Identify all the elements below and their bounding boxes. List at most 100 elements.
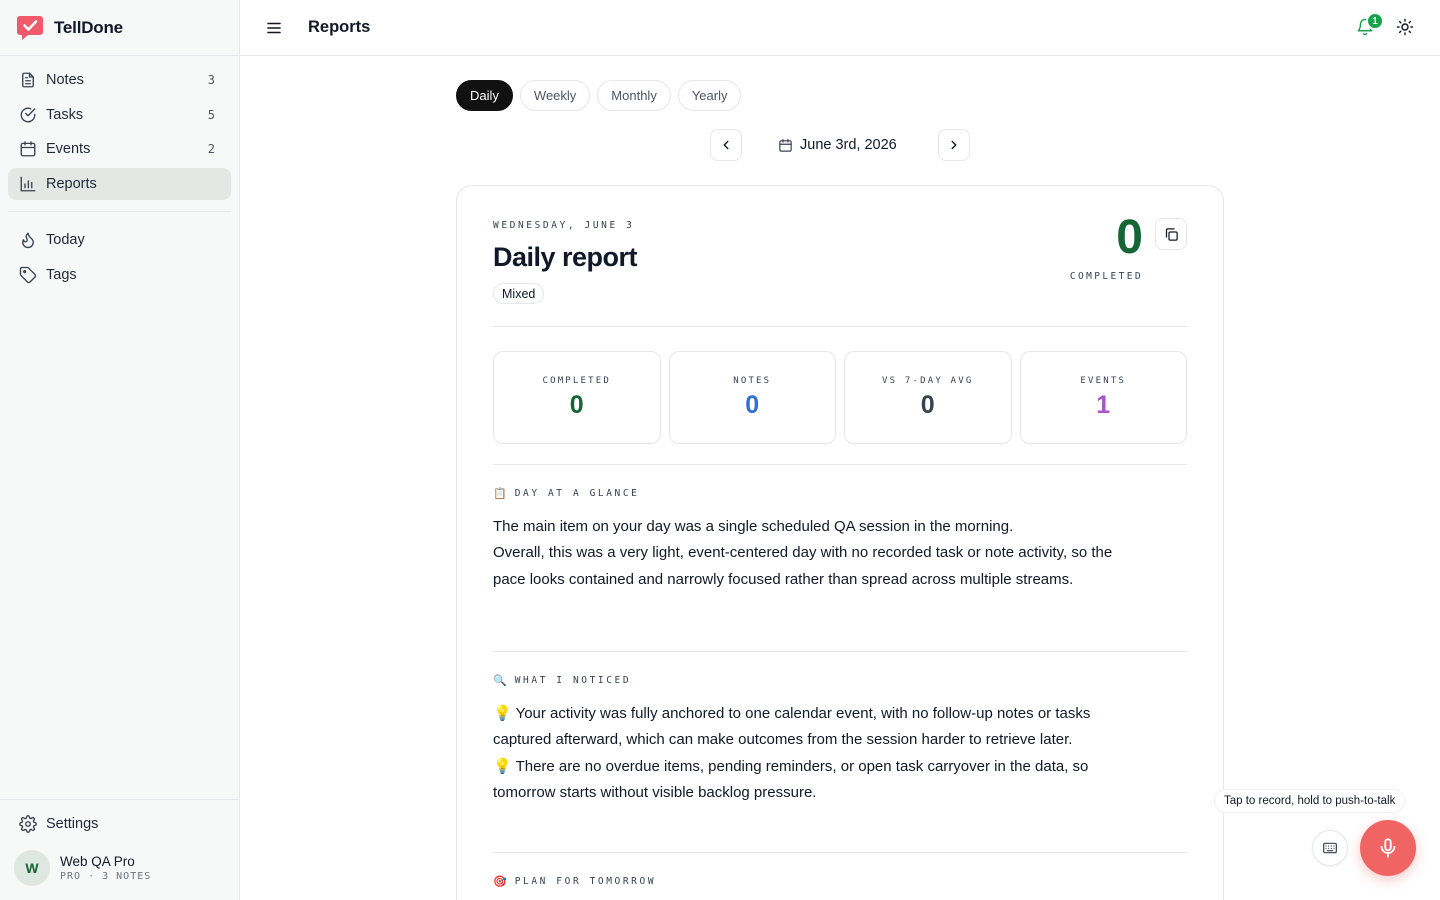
user-plan: PRO · 3 NOTES (60, 871, 152, 882)
tag-icon (18, 265, 38, 285)
date-picker[interactable]: June 3rd, 2026 (778, 135, 897, 155)
insight-item: 💡 There are no overdue items, pending re… (493, 757, 1089, 801)
stat-value: 0 (569, 390, 584, 419)
magnifier-emoji: 🔍 (493, 674, 507, 687)
sidebar-item-events[interactable]: Events 2 (8, 133, 231, 165)
gear-icon (18, 814, 38, 834)
stat-label: COMPLETED (542, 375, 612, 386)
sidebar-item-label: Tags (46, 266, 77, 283)
sidebar-item-tags[interactable]: Tags (8, 259, 231, 291)
chevron-right-icon (951, 140, 957, 150)
paragraph: Overall, this was a very light, event-ce… (493, 544, 1113, 588)
top-bar: Reports 1 (240, 0, 1440, 56)
completed-label: COMPLETED (1069, 271, 1143, 282)
sidebar-item-label: Tasks (46, 106, 84, 123)
keyboard-input-button[interactable] (1312, 830, 1348, 866)
sidebar-item-count: 3 (207, 73, 215, 87)
calendar-icon (18, 139, 38, 159)
copy-report-button[interactable] (1155, 218, 1187, 250)
sidebar-item-label: Today (46, 232, 85, 248)
divider (493, 464, 1187, 465)
sidebar-secondary-nav: Today Tags (8, 224, 231, 293)
divider (493, 852, 1187, 853)
flame-icon (18, 230, 38, 250)
section-heading-plan-for-tomorrow: 🎯 PLAN FOR TOMORROW (493, 875, 656, 888)
user-profile[interactable]: W Web QA Pro PRO · 3 NOTES (14, 850, 151, 886)
record-tooltip: Tap to record, hold to push-to-talk (1214, 789, 1406, 813)
previous-day-button[interactable] (710, 129, 742, 161)
divider (493, 651, 1187, 652)
section-heading-day-at-a-glance: 📋 DAY AT A GLANCE (493, 487, 640, 500)
sidebar-item-label: Settings (46, 816, 99, 832)
report-type-chip: Mixed (493, 283, 545, 304)
theme-toggle-button[interactable] (1396, 18, 1416, 38)
avatar: W (14, 850, 50, 886)
stat-events: EVENTS 1 (1019, 351, 1187, 444)
divider (493, 326, 1187, 327)
sidebar-item-notes[interactable]: Notes 3 (8, 64, 231, 96)
section-title: WHAT I NOTICED (514, 675, 632, 686)
clipboard-emoji: 📋 (493, 487, 507, 500)
tab-monthly[interactable]: Monthly (597, 80, 671, 111)
completed-count: 0 (1116, 211, 1143, 264)
stat-label: NOTES (733, 375, 772, 386)
tasks-icon (18, 105, 38, 125)
sidebar-item-settings[interactable]: Settings (8, 808, 231, 840)
tab-yearly[interactable]: Yearly (677, 80, 742, 111)
paragraph: The main item on your day was a single s… (493, 518, 1014, 535)
stat-value: 0 (745, 390, 760, 419)
report-date-eyebrow: WEDNESDAY, JUNE 3 (493, 220, 635, 231)
microphone-icon (1380, 838, 1396, 858)
record-voice-button[interactable] (1360, 820, 1416, 876)
stat-notes: NOTES 0 (668, 351, 836, 444)
daily-report-card: WEDNESDAY, JUNE 3 Daily report Mixed 0 C… (456, 185, 1224, 900)
stat-label: VS 7-DAY AVG (882, 375, 974, 386)
target-emoji: 🎯 (493, 875, 507, 888)
sidebar-item-tasks[interactable]: Tasks 5 (8, 99, 231, 131)
sidebar-item-label: Notes (46, 72, 84, 88)
hamburger-icon (267, 22, 281, 34)
report-title: Daily report (493, 242, 638, 272)
sun-icon (1396, 18, 1414, 36)
brand[interactable]: TellDone (16, 14, 123, 42)
notification-badge: 1 (1366, 12, 1384, 30)
sidebar-header-divider (0, 55, 239, 56)
app-name: TellDone (54, 18, 123, 37)
period-tabs: Daily Weekly Monthly Yearly (456, 80, 742, 111)
sidebar-item-today[interactable]: Today (8, 224, 231, 256)
section-title: DAY AT A GLANCE (514, 488, 640, 499)
sidebar-footer-nav: Settings (8, 808, 231, 843)
sidebar-nav: Notes 3 Tasks 5 Events 2 Reports (8, 64, 231, 202)
bar-chart-icon (18, 174, 38, 194)
insight-item: 💡 Your activity was fully anchored to on… (493, 705, 1091, 749)
sidebar: TellDone Notes 3 Tasks 5 Events 2 Report… (0, 0, 240, 900)
section-body: The main item on your day was a single s… (493, 514, 1113, 593)
current-date: June 3rd, 2026 (800, 137, 897, 153)
stat-label: EVENTS (1080, 375, 1127, 386)
sidebar-item-count: 2 (207, 142, 215, 156)
calendar-icon (779, 138, 792, 152)
sidebar-item-reports[interactable]: Reports (8, 167, 231, 200)
notes-icon (18, 70, 38, 90)
section-body: 💡 Your activity was fully anchored to on… (493, 701, 1113, 806)
sidebar-item-label: Events (46, 141, 91, 157)
sidebar-item-count: 5 (207, 107, 215, 122)
section-title: PLAN FOR TOMORROW (514, 876, 657, 887)
stat-value: 0 (920, 390, 935, 419)
sidebar-footer-divider (0, 799, 239, 800)
telldone-logo-icon (17, 16, 43, 40)
menu-toggle-button[interactable] (264, 18, 284, 38)
stat-value: 1 (1096, 390, 1111, 419)
tab-weekly[interactable]: Weekly (519, 80, 591, 111)
stat-vs-7-day-avg: VS 7-DAY AVG 0 (844, 351, 1012, 444)
stats-row: COMPLETED 0 NOTES 0 VS 7-DAY AVG 0 EVENT… (493, 351, 1187, 444)
sidebar-item-label: Reports (46, 175, 97, 192)
chevron-left-icon (723, 140, 729, 150)
next-day-button[interactable] (938, 129, 970, 161)
tab-daily[interactable]: Daily (456, 80, 513, 111)
user-name: Web QA Pro (60, 854, 135, 869)
copy-icon (1165, 227, 1178, 241)
stat-completed: COMPLETED 0 (493, 351, 661, 444)
sidebar-divider (8, 211, 231, 212)
section-heading-what-i-noticed: 🔍 WHAT I NOTICED (493, 674, 631, 687)
